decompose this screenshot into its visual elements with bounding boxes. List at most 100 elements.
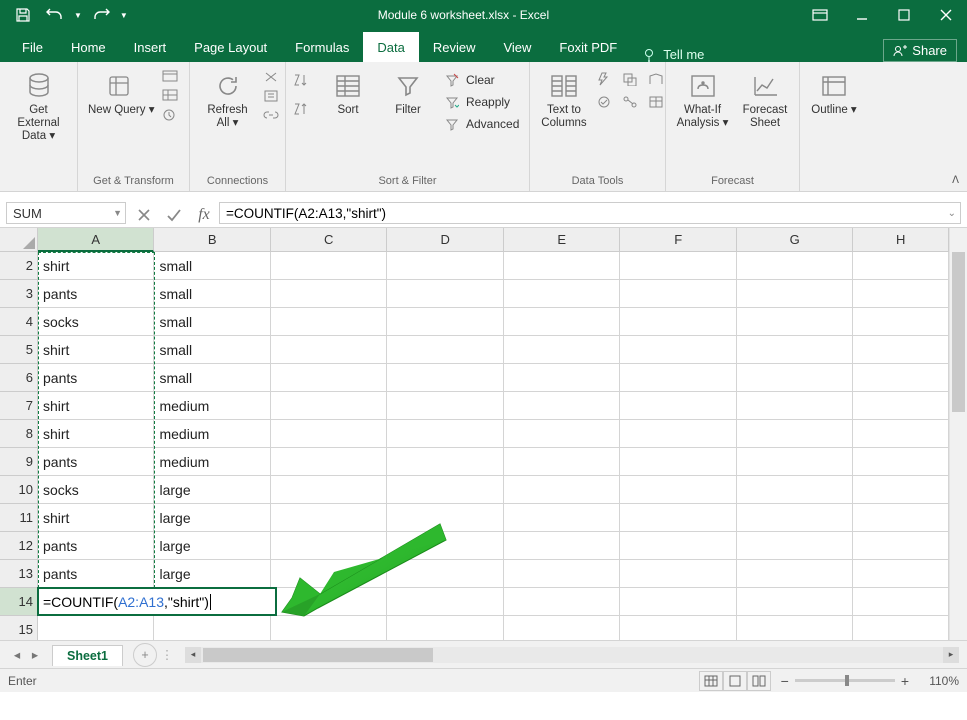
cell[interactable] [737,448,853,476]
cell[interactable] [620,588,736,616]
cell[interactable] [154,588,270,616]
cell[interactable] [620,364,736,392]
connections-icon[interactable] [263,70,279,87]
fx-icon[interactable]: fx [189,206,219,224]
tab-formulas[interactable]: Formulas [281,32,363,62]
cell[interactable] [620,448,736,476]
cell[interactable] [737,392,853,420]
vertical-scrollbar[interactable] [949,228,967,640]
cell[interactable] [504,420,620,448]
cell[interactable] [620,560,736,588]
tab-view[interactable]: View [489,32,545,62]
cell[interactable] [271,532,387,560]
cell[interactable]: large [154,560,270,588]
cell[interactable] [504,364,620,392]
row-header[interactable]: 11 [0,504,38,532]
sheet-nav[interactable]: ◂▸ [0,647,52,662]
select-all-button[interactable] [0,228,38,252]
formula-input[interactable]: =COUNTIF(A2:A13,"shirt") ⌄ [219,202,961,224]
row-header[interactable]: 9 [0,448,38,476]
column-header[interactable]: A [38,228,154,252]
qat-customize-icon[interactable]: ▼ [120,11,128,20]
row-header[interactable]: 2 [0,252,38,280]
row-header[interactable]: 10 [0,476,38,504]
cell[interactable] [853,532,949,560]
edit-links-icon[interactable] [263,108,279,125]
cell[interactable] [853,560,949,588]
save-icon[interactable] [10,2,36,28]
data-validation-icon[interactable] [596,95,618,114]
cell[interactable] [504,504,620,532]
cell[interactable] [737,308,853,336]
cell[interactable] [387,588,503,616]
cell[interactable]: pants [38,532,154,560]
column-header[interactable]: C [271,228,387,252]
minimize-icon[interactable] [841,0,883,30]
cell[interactable]: shirt [38,336,154,364]
row-header[interactable]: 15 [0,616,38,640]
cell[interactable] [387,308,503,336]
cell[interactable]: small [154,308,270,336]
tell-me[interactable]: Tell me [631,47,704,62]
cell[interactable] [271,392,387,420]
cell[interactable] [504,616,620,640]
tab-file[interactable]: File [8,32,57,62]
cell[interactable]: shirt [38,420,154,448]
cell[interactable] [387,392,503,420]
spreadsheet-grid[interactable]: ABCDEFGH 23456789101112131415 shirtsmall… [0,228,967,640]
reapply-button[interactable]: Reapply [440,92,522,112]
cell[interactable] [737,420,853,448]
cell[interactable]: medium [154,392,270,420]
tab-home[interactable]: Home [57,32,120,62]
cell[interactable] [737,280,853,308]
cell[interactable] [504,336,620,364]
column-header[interactable]: H [853,228,949,252]
column-header[interactable]: F [620,228,736,252]
cell[interactable] [271,364,387,392]
cell[interactable]: shirt [38,504,154,532]
cell[interactable] [387,364,503,392]
cell[interactable]: socks [38,308,154,336]
zoom-in-icon[interactable]: + [901,673,909,689]
new-sheet-button[interactable]: + [133,643,157,667]
cell[interactable] [737,560,853,588]
cell[interactable] [38,616,154,640]
cell[interactable] [620,504,736,532]
zoom-slider[interactable] [795,679,895,682]
cell[interactable] [38,588,154,616]
enter-formula-icon[interactable] [159,208,189,222]
filter-button[interactable]: Filter [380,66,436,119]
sort-button[interactable]: Sort [320,66,376,119]
cell[interactable] [271,560,387,588]
sort-asc-icon[interactable] [292,72,312,93]
cell[interactable]: pants [38,280,154,308]
cell[interactable] [620,392,736,420]
cell[interactable] [620,476,736,504]
relationships-icon[interactable] [622,95,644,114]
cell[interactable] [271,420,387,448]
row-header[interactable]: 14 [0,588,38,616]
cell[interactable] [620,532,736,560]
cell[interactable] [853,476,949,504]
share-button[interactable]: Share [883,39,957,62]
cell[interactable]: small [154,252,270,280]
cell[interactable] [853,448,949,476]
cell[interactable] [271,280,387,308]
cell[interactable] [504,280,620,308]
cell[interactable] [387,616,503,640]
close-icon[interactable] [925,0,967,30]
recent-sources-icon[interactable] [162,108,178,125]
cell[interactable] [387,280,503,308]
normal-view-icon[interactable] [699,671,723,691]
cell[interactable] [154,616,270,640]
sort-desc-icon[interactable] [292,101,312,122]
cell[interactable] [620,420,736,448]
cell[interactable] [387,252,503,280]
cell[interactable] [504,476,620,504]
clear-filter-button[interactable]: Clear [440,70,522,90]
row-header[interactable]: 8 [0,420,38,448]
cell[interactable] [271,308,387,336]
name-box[interactable]: SUM ▼ [6,202,126,224]
cell[interactable] [737,588,853,616]
advanced-filter-button[interactable]: Advanced [440,114,522,134]
